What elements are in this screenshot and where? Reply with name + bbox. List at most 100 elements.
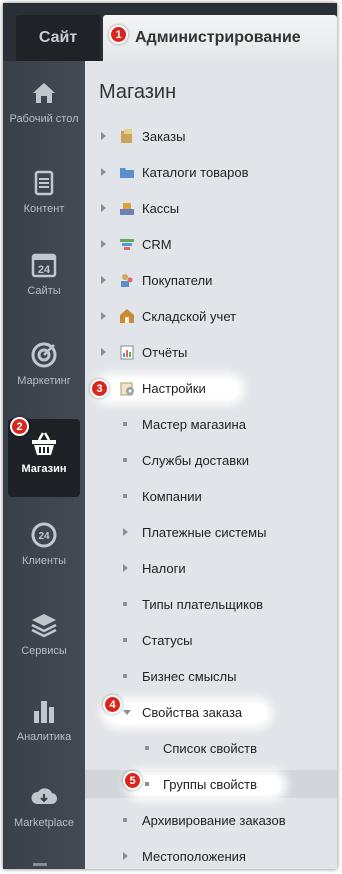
expand-arrow-icon[interactable] [101, 168, 106, 176]
rail-label: Сервисы [21, 645, 67, 657]
clients-24-icon: 24 [31, 522, 57, 548]
menu-item-label: Налоги [142, 560, 186, 576]
menu-item-payer-types[interactable]: Типы плательщиков [85, 590, 337, 618]
menu-item-crm[interactable]: CRM [85, 230, 337, 258]
rail-item-sites[interactable]: 24 Сайты [8, 241, 80, 319]
rail-item-clients[interactable]: 24 Клиенты [8, 511, 80, 589]
menu-item-orders[interactable]: Заказы [85, 122, 337, 150]
funnel-icon [120, 239, 134, 250]
menu-item-customers[interactable]: Покупатели [85, 266, 337, 294]
menu-item-catalogs[interactable]: Каталоги товаров [85, 158, 337, 186]
bullet-icon [145, 782, 149, 786]
menu-item-order-properties[interactable]: Свойства заказа [85, 698, 337, 726]
left-rail: Рабочий стол Контент 24 Сайты Маркетинг … [3, 61, 85, 869]
menu-item-label: Бизнес смыслы [142, 668, 237, 684]
rail-item-desktop[interactable]: Рабочий стол [8, 69, 80, 147]
expand-arrow-icon[interactable] [101, 132, 106, 140]
svg-text:24: 24 [38, 531, 50, 542]
menu-item-business-meanings[interactable]: Бизнес смыслы [85, 662, 337, 690]
menu-item-label: Заказы [142, 128, 186, 144]
menu-item-warehouse[interactable]: Складской учет [85, 302, 337, 330]
menu-item-label: CRM [142, 236, 172, 252]
menu-item-label: Типы плательщиков [142, 596, 264, 612]
callout-badge-5: 5 [123, 771, 142, 790]
orders-icon [121, 129, 132, 143]
rail-label: Рабочий стол [9, 113, 79, 125]
tab-admin[interactable]: Администрирование [103, 15, 337, 61]
bullet-icon [123, 674, 127, 678]
menu-item-label: Отчёты [142, 344, 188, 360]
expand-arrow-icon[interactable] [101, 348, 106, 356]
callout-badge-4: 4 [103, 695, 122, 714]
expand-arrow-icon[interactable] [123, 528, 128, 536]
rail-label: Магазин [21, 463, 67, 475]
expand-arrow-icon[interactable] [123, 852, 128, 860]
expand-arrow-icon[interactable] [101, 240, 106, 248]
shop-menu-panel: Магазин Заказы Каталоги товаров Кассы CR… [85, 61, 337, 869]
rail-item-services[interactable]: Сервисы [8, 601, 80, 679]
expand-arrow-icon[interactable] [101, 312, 106, 320]
bullet-icon [123, 638, 127, 642]
callout-badge-3: 3 [90, 379, 109, 398]
menu-item-label: Настройки [142, 380, 206, 396]
rail-item-marketing[interactable]: Маркетинг [8, 331, 80, 409]
menu-item-reports[interactable]: Отчёты [85, 338, 337, 366]
svg-text:24: 24 [38, 264, 51, 276]
rail-item-content[interactable]: Контент [8, 159, 80, 237]
menu-item-label: Группы свойств [163, 776, 258, 792]
bullet-icon [123, 458, 127, 462]
menu-item-taxes[interactable]: Налоги [85, 554, 337, 582]
layers-icon [31, 614, 57, 638]
callout-badge-2: 2 [10, 417, 29, 436]
report-icon [120, 345, 134, 360]
rail-label: Контент [23, 203, 65, 215]
bar-chart-icon [34, 701, 54, 723]
menu-item-label: Архивирование заказов [142, 812, 286, 828]
menu-item-statuses[interactable]: Статусы [85, 626, 337, 654]
calendar-24-icon: 24 [31, 253, 57, 278]
menu-item-cashboxes[interactable]: Кассы [85, 194, 337, 222]
expand-arrow-icon[interactable] [101, 204, 106, 212]
menu-item-shop-wizard[interactable]: Мастер магазина [85, 410, 337, 438]
top-bar: Сайт Администрирование 1 [3, 3, 337, 61]
rail-item-analytics[interactable]: Аналитика [8, 687, 80, 765]
rail-more-icon [33, 863, 47, 869]
rail-label: Marketplace [14, 817, 74, 829]
menu-item-label: Каталоги товаров [142, 164, 249, 180]
rail-label: Маркетинг [17, 375, 71, 387]
expand-arrow-icon[interactable] [123, 564, 128, 572]
cash-register-icon [120, 203, 134, 215]
menu-item-label: Платежные системы [142, 524, 267, 540]
settings-gear-icon [120, 382, 134, 396]
menu-item-label: Статусы [142, 632, 193, 648]
menu-item-property-list[interactable]: Список свойств [85, 734, 337, 762]
menu-item-order-archive[interactable]: Архивирование заказов [85, 806, 337, 834]
document-icon [34, 170, 54, 196]
menu-item-label: Мастер магазина [142, 416, 246, 432]
expand-arrow-icon[interactable] [101, 276, 106, 284]
rail-item-marketplace[interactable]: Marketplace [8, 773, 80, 851]
bullet-icon [123, 818, 127, 822]
admin-window: Сайт Администрирование 1 Рабочий стол Ко… [3, 3, 337, 869]
warehouse-icon [120, 309, 134, 323]
menu-item-payment-systems[interactable]: Платежные системы [85, 518, 337, 546]
rail-label: Клиенты [21, 555, 67, 567]
folder-icon [120, 168, 134, 178]
customers-icon [121, 274, 133, 287]
bullet-icon [145, 746, 149, 750]
bullet-icon [123, 422, 127, 426]
menu-item-locations[interactable]: Местоположения [85, 842, 337, 869]
menu-item-label: Список свойств [163, 740, 257, 756]
bullet-icon [123, 494, 127, 498]
menu-item-label: Кассы [142, 200, 180, 216]
tab-site[interactable]: Сайт [16, 15, 100, 61]
menu-item-label: Местоположения [142, 848, 246, 864]
basket-icon [32, 432, 56, 455]
menu-item-delivery[interactable]: Службы доставки [85, 446, 337, 474]
rail-label: Сайты [27, 285, 61, 297]
menu-item-settings[interactable]: Настройки [85, 374, 337, 402]
target-icon [31, 342, 57, 368]
menu-item-companies[interactable]: Компании [85, 482, 337, 510]
collapse-arrow-icon[interactable] [123, 709, 131, 715]
panel-title: Магазин [99, 81, 177, 103]
